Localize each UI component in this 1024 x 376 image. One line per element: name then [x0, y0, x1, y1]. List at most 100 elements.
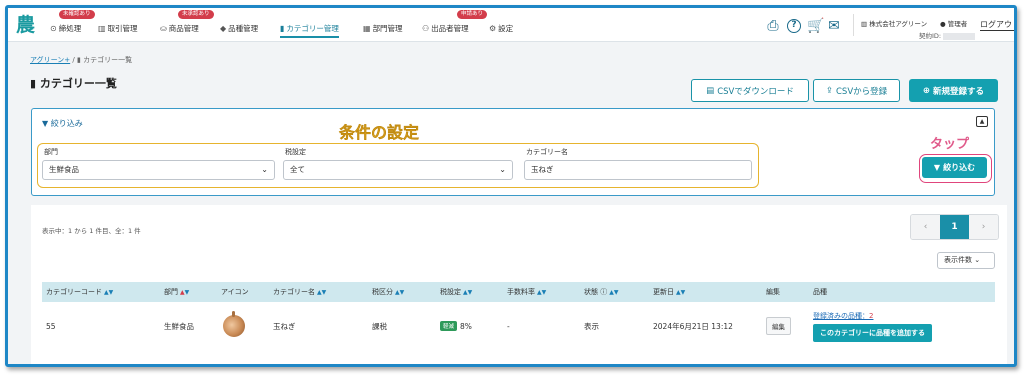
sort-icon[interactable]: ▲▼ [104, 289, 113, 296]
upload-icon: ⇪ [825, 85, 833, 96]
filter-title[interactable]: ▼ 絞り込み [42, 118, 83, 129]
department-select[interactable]: 生鮮食品 ⌄ [42, 160, 275, 180]
col-status[interactable]: 状態 ⓘ ▲▼ [580, 282, 649, 302]
cell-varieties: 登録済みの品種：2 このカテゴリーに品種を追加する [809, 308, 995, 344]
col-category-code[interactable]: カテゴリーコード ▲▼ [42, 282, 160, 302]
tax-setting-label: 税設定 [285, 148, 306, 156]
registered-varieties-label: 登録済みの品種： [813, 311, 869, 320]
shop-icon: ⛀ [160, 23, 167, 33]
csv-register-button[interactable]: ⇪ CSVから登録 [813, 79, 900, 102]
col-label: カテゴリーコード [46, 288, 102, 296]
edit-button[interactable]: 編集 [766, 317, 791, 335]
app-logo[interactable]: 農 [16, 14, 36, 36]
user-role-label: 管理者 [947, 20, 968, 28]
products-badge: 未承認あり [178, 10, 214, 19]
col-updated[interactable]: 更新日 ▲▼ [649, 282, 762, 302]
breadcrumb: アグリーン+ / ▮ カテゴリー一覧 [30, 55, 132, 65]
col-varieties: 品種 [809, 282, 995, 302]
nav-settings[interactable]: ⚙ 設定 [489, 21, 513, 35]
closing-badge: 未確認あり [59, 10, 95, 19]
tax-setting-select[interactable]: 全て ⌄ [283, 160, 513, 180]
breadcrumb-separator: / [72, 56, 75, 64]
logout-link[interactable]: ログアウト [980, 19, 1014, 31]
department-label: 部門 [44, 148, 58, 156]
category-name-label: カテゴリー名 [526, 148, 568, 156]
pager-next-button[interactable]: › [969, 215, 998, 239]
tap-highlight: ▼ 絞り込む [919, 154, 992, 183]
sellers-badge: 申請あり [457, 10, 488, 19]
tax-rate: 8% [460, 321, 472, 331]
gear-icon: ⚙ [489, 23, 497, 33]
nav-products[interactable]: ⛀ 商品管理 [160, 21, 199, 35]
user-role: ● 管理者 [940, 18, 967, 28]
collapse-icon[interactable]: ▲ [976, 116, 988, 127]
col-department[interactable]: 部門 ▲▼ [160, 282, 217, 302]
sort-icon[interactable]: ▲▼ [537, 289, 546, 296]
category-name-input[interactable]: 玉ねぎ [524, 160, 752, 180]
add-variety-button[interactable]: このカテゴリーに品種を追加する [813, 323, 932, 342]
col-fee-rate[interactable]: 手数料率 ▲▼ [503, 282, 580, 302]
csv-download-button[interactable]: ▤ CSVでダウンロード [691, 79, 809, 102]
registered-varieties-link[interactable]: 登録済みの品種：2 [813, 311, 873, 321]
cell-updated: 2024年6月21日 13:12 [653, 321, 733, 331]
filter-icon: ▼ [933, 163, 941, 172]
tag-icon: ◆ [220, 23, 227, 33]
cart-icon[interactable]: 🛒 [807, 19, 824, 33]
nav-transactions[interactable]: ▥ 取引管理 [98, 21, 138, 35]
cell-tax-setting: 軽減 8% [436, 308, 503, 344]
nav-varieties[interactable]: ◆ 品種管理 [220, 21, 258, 35]
help-icon[interactable]: ⓘ [600, 288, 607, 296]
nav-departments-label: 部門管理 [372, 23, 403, 33]
nav-sellers[interactable]: ⚇ 出品者管理 [422, 21, 469, 35]
mail-icon[interactable]: ✉ [826, 19, 842, 33]
col-label: 更新日 [653, 288, 674, 296]
tax-setting-value: 全て [290, 165, 305, 174]
per-page-label: 表示件数 [944, 256, 972, 264]
printer-icon[interactable]: ⎙ [765, 19, 781, 33]
sort-icon[interactable]: ▲▼ [676, 289, 685, 296]
sort-icon[interactable]: ▲▼ [317, 289, 326, 296]
col-label: 状態 [584, 288, 598, 296]
plus-circle-icon: ⊕ [922, 85, 931, 96]
result-count: 表示中：1 から 1 件目、全：1 件 [42, 227, 141, 235]
new-register-button[interactable]: ⊕ 新規登録する [909, 79, 998, 102]
csv-register-label: CSVから登録 [835, 86, 888, 97]
nav-departments[interactable]: ▦ 部門管理 [363, 21, 403, 35]
pager-prev-button[interactable]: ‹ [911, 215, 940, 239]
help-icon[interactable]: ? [787, 19, 801, 33]
col-category-name[interactable]: カテゴリー名 ▲▼ [269, 282, 368, 302]
nav-transactions-label: 取引管理 [107, 23, 138, 33]
contract-id-masked [943, 32, 976, 40]
page-title: ▮ カテゴリー一覧 [30, 75, 117, 91]
document-icon: ▤ [706, 85, 715, 96]
col-tax-category[interactable]: 税区分 ▲▼ [368, 282, 436, 302]
col-tax-setting[interactable]: 税設定 ▲▼ [436, 282, 503, 302]
sort-icon[interactable]: ▲▼ [180, 289, 189, 296]
cell-tax-category: 課税 [372, 321, 387, 331]
nav-settings-label: 設定 [498, 23, 514, 33]
company-icon: ▥ [861, 20, 868, 28]
chevron-down-icon: ⌄ [974, 256, 981, 264]
breadcrumb-root-link[interactable]: アグリーン+ [30, 56, 70, 64]
sort-icon[interactable]: ▲▼ [609, 289, 618, 296]
contract-label: 契約ID: [919, 32, 942, 40]
app-window: 農 未確認あり ⊙ 締処理 ▥ 取引管理 未承認あり ⛀ 商品管理 ◆ 品種管理… [5, 5, 1017, 367]
filter-title-label: 絞り込み [50, 119, 83, 128]
per-page-select[interactable]: 表示件数 ⌄ [937, 252, 995, 269]
onion-image [223, 311, 245, 337]
sort-icon[interactable]: ▲▼ [463, 289, 472, 296]
csv-download-label: CSVでダウンロード [717, 86, 794, 97]
col-label: 税設定 [440, 288, 461, 296]
clock-icon: ⊙ [50, 23, 57, 33]
user-icon: ● [940, 20, 946, 28]
filter-submit-button[interactable]: ▼ 絞り込む [922, 157, 987, 178]
table-header: カテゴリーコード ▲▼ 部門 ▲▼ アイコン カテゴリー名 ▲▼ 税区分 ▲▼ 税設定 ▲… [42, 282, 995, 302]
chevron-down-icon: ⌄ [499, 165, 506, 174]
nav-categories[interactable]: ▮ カテゴリー管理 [280, 21, 339, 38]
sort-icon[interactable]: ▲▼ [395, 289, 404, 296]
bookmark-icon: ▮ [77, 56, 81, 64]
pagination: ‹ 1 › [910, 214, 999, 240]
cell-edit: 編集 [762, 308, 809, 344]
pager-page-1[interactable]: 1 [940, 215, 969, 239]
nav-closing[interactable]: ⊙ 締処理 [50, 21, 81, 35]
